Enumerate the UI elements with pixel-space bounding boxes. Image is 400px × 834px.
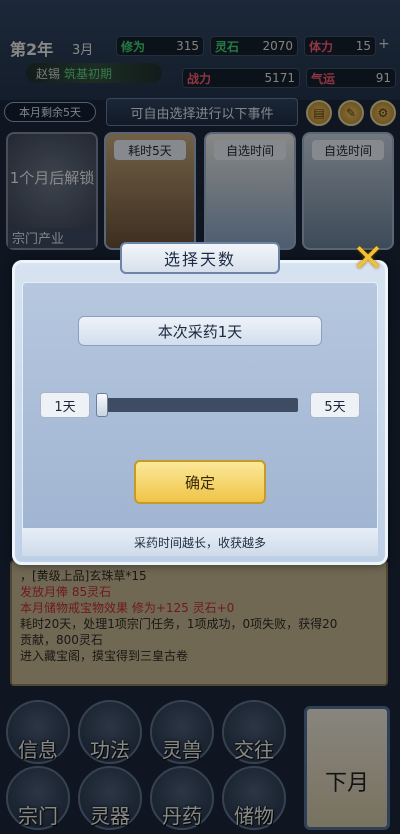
dialog-title: 选择天数 <box>120 242 280 274</box>
days-slider-handle[interactable] <box>96 393 108 417</box>
selected-days-label: 本次采药1天 <box>78 316 322 346</box>
days-slider-track[interactable] <box>100 398 298 412</box>
dialog-footer-hint: 采药时间越长，收获越多 <box>22 528 378 556</box>
confirm-button[interactable]: 确定 <box>134 460 266 504</box>
slider-max-label: 5天 <box>310 392 360 418</box>
slider-min-label: 1天 <box>40 392 90 418</box>
close-icon[interactable]: ✕ <box>348 238 388 278</box>
